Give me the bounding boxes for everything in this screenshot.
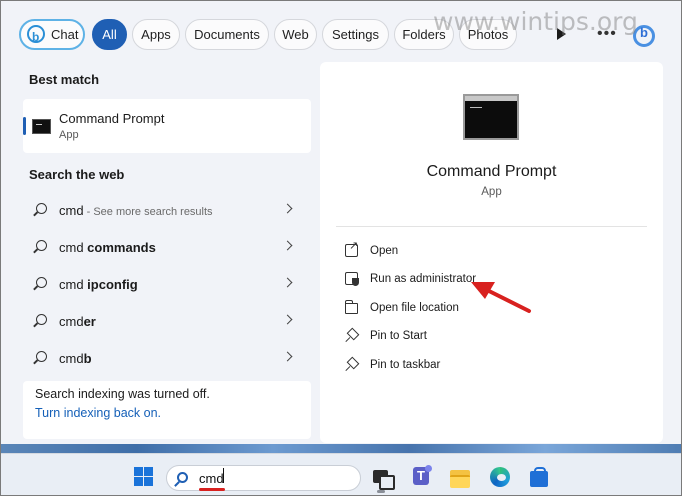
active-app-indicator <box>377 490 385 493</box>
web-result-text: cmd commands <box>59 240 156 255</box>
command-prompt-icon <box>32 119 51 134</box>
filter-bar: Chat All Apps Documents Web Settings Fol… <box>1 1 681 63</box>
open-action[interactable]: Open <box>336 239 636 265</box>
pin-to-start-label: Pin to Start <box>370 330 427 342</box>
web-result-row[interactable]: cmdb <box>23 341 311 375</box>
windows-start-icon[interactable] <box>134 467 153 486</box>
annotation-underline <box>199 488 225 491</box>
watermark: www.wintips.org <box>433 7 638 36</box>
web-filter-button[interactable]: Web <box>274 19 317 50</box>
search-icon <box>36 240 47 251</box>
folder-icon <box>345 300 358 314</box>
task-view-icon[interactable] <box>371 466 395 490</box>
web-result-text: cmdb <box>59 351 92 366</box>
search-icon <box>36 314 47 325</box>
taskbar-search-box[interactable]: cmd <box>166 465 361 491</box>
chevron-right-icon <box>282 314 293 325</box>
best-match-type: App <box>59 129 79 141</box>
results-pane: Best match Command Prompt App Search the… <box>1 63 319 443</box>
chevron-right-icon <box>282 277 293 288</box>
web-result-text: cmder <box>59 314 96 329</box>
chevron-right-icon <box>282 203 293 214</box>
indexing-text: Search indexing was turned off. <box>35 387 210 401</box>
detail-pane: Command Prompt App Open Run as administr… <box>320 62 663 443</box>
command-prompt-large-icon <box>463 94 519 140</box>
best-match-item[interactable]: Command Prompt App <box>23 99 311 153</box>
all-filter-button[interactable]: All <box>92 19 127 50</box>
best-match-heading: Best match <box>29 72 100 87</box>
documents-filter-button[interactable]: Documents <box>185 19 269 50</box>
indexing-notice: Search indexing was turned off. Turn ind… <box>23 381 311 439</box>
taskbar: cmd <box>1 453 681 495</box>
pin-icon <box>345 329 358 342</box>
text-caret <box>223 468 224 483</box>
best-match-name: Command Prompt <box>59 111 165 126</box>
web-result-row[interactable]: cmd - See more search results <box>23 193 311 227</box>
run-as-administrator-action[interactable]: Run as administrator <box>336 267 636 293</box>
apps-filter-button[interactable]: Apps <box>132 19 180 50</box>
web-result-row[interactable]: cmd ipconfig <box>23 267 311 301</box>
turn-indexing-on-link[interactable]: Turn indexing back on. <box>35 406 161 420</box>
chat-filter-button[interactable]: Chat <box>19 19 85 51</box>
search-icon <box>36 203 47 214</box>
pin-icon <box>345 358 358 371</box>
chat-filter-label: Chat <box>51 27 79 42</box>
detail-app-title: Command Prompt <box>426 163 557 180</box>
search-icon <box>177 472 188 483</box>
open-action-label: Open <box>370 245 399 257</box>
search-web-heading: Search the web <box>29 167 125 182</box>
chevron-right-icon <box>282 351 293 362</box>
shield-admin-icon <box>345 272 359 286</box>
run-as-administrator-label: Run as administrator <box>370 273 477 285</box>
divider <box>336 226 647 227</box>
edge-browser-icon[interactable] <box>489 466 511 488</box>
settings-filter-button[interactable]: Settings <box>322 19 389 50</box>
search-icon <box>36 351 47 362</box>
desktop-wallpaper <box>1 444 681 453</box>
bing-chat-icon <box>27 24 45 51</box>
web-result-text: cmd ipconfig <box>59 277 138 292</box>
file-explorer-icon[interactable] <box>449 466 471 488</box>
open-file-location-label: Open file location <box>370 302 459 314</box>
pin-to-start-action[interactable]: Pin to Start <box>336 324 636 350</box>
taskbar-search-value: cmd <box>199 471 224 486</box>
pin-to-taskbar-label: Pin to taskbar <box>370 359 441 371</box>
open-external-icon <box>345 239 358 257</box>
web-result-row[interactable]: cmd commands <box>23 230 311 264</box>
detail-app-type: App <box>481 186 502 198</box>
start-search-window: Chat All Apps Documents Web Settings Fol… <box>0 0 682 496</box>
microsoft-store-icon[interactable] <box>528 466 550 488</box>
teams-icon[interactable] <box>411 465 433 488</box>
web-result-row[interactable]: cmder <box>23 304 311 338</box>
chevron-right-icon <box>282 240 293 251</box>
search-icon <box>36 277 47 288</box>
selection-indicator <box>23 117 26 135</box>
pin-to-taskbar-action[interactable]: Pin to taskbar <box>336 353 636 379</box>
web-result-text: cmd - See more search results <box>59 203 213 218</box>
open-file-location-action[interactable]: Open file location <box>336 296 636 322</box>
